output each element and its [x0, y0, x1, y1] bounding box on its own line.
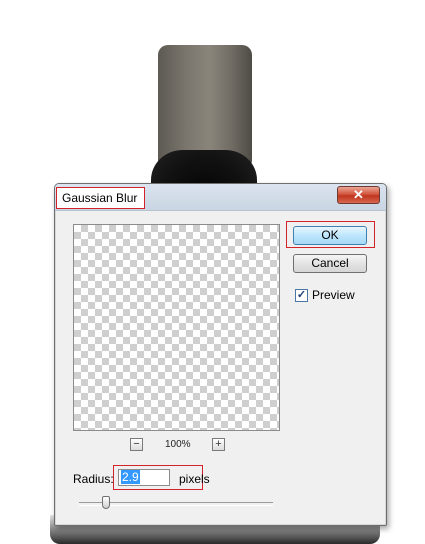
radius-value: 2.9	[121, 470, 140, 484]
gaussian-blur-dialog: Gaussian Blur ✕ − 100% + OK Cancel ✓ Pre…	[54, 183, 387, 526]
zoom-in-button[interactable]: +	[212, 438, 225, 451]
radius-label: Radius:	[73, 472, 114, 486]
radius-input[interactable]: 2.9	[118, 469, 170, 486]
dialog-title: Gaussian Blur	[62, 191, 138, 205]
bottle-cap-artwork	[158, 45, 252, 165]
ok-button[interactable]: OK	[293, 226, 367, 245]
preview-label: Preview	[312, 288, 355, 302]
preview-checkbox[interactable]: ✓	[295, 289, 308, 302]
close-button[interactable]: ✕	[337, 186, 380, 204]
dialog-titlebar[interactable]: Gaussian Blur ✕	[55, 184, 386, 211]
close-icon: ✕	[353, 187, 364, 202]
plus-icon: +	[215, 438, 222, 450]
radius-slider-thumb[interactable]	[102, 496, 111, 509]
units-label: pixels	[179, 472, 210, 486]
checkmark-icon: ✓	[296, 289, 307, 301]
cancel-button[interactable]: Cancel	[293, 254, 367, 273]
zoom-out-button[interactable]: −	[130, 438, 143, 451]
zoom-level: 100%	[165, 439, 191, 450]
preview-canvas[interactable]	[73, 224, 280, 431]
minus-icon: −	[133, 438, 140, 450]
